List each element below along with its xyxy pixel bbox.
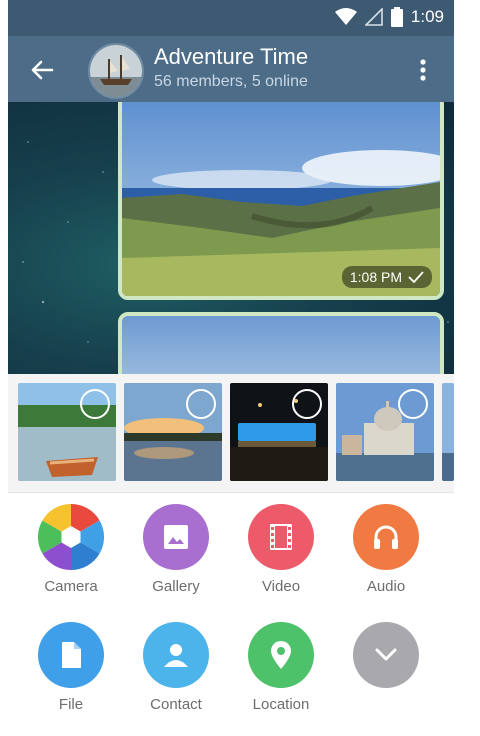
- wifi-icon: [334, 8, 357, 25]
- headphones-icon: [374, 525, 398, 549]
- select-circle[interactable]: [292, 389, 322, 419]
- select-circle[interactable]: [186, 389, 216, 419]
- back-arrow-icon: [31, 60, 54, 80]
- recent-photo[interactable]: [230, 383, 328, 481]
- person-icon: [164, 644, 188, 667]
- recent-photo[interactable]: [336, 383, 434, 481]
- photo-preview: [122, 316, 440, 374]
- camera-button[interactable]: Camera: [21, 504, 121, 614]
- location-label: Location: [252, 696, 310, 713]
- recent-photo[interactable]: [124, 383, 222, 481]
- file-button[interactable]: File: [21, 622, 121, 732]
- image-icon: [164, 525, 188, 549]
- attach-options-grid: Camera Gallery Video Audio File Contact …: [8, 504, 454, 736]
- contact-circle: [143, 622, 209, 688]
- more-circle: [353, 622, 419, 688]
- photo-message[interactable]: [118, 312, 444, 374]
- camera-label: Camera: [44, 578, 98, 595]
- ship-image: [90, 45, 142, 97]
- partial-photo: [442, 383, 454, 481]
- status-bar: 1:09: [8, 0, 454, 36]
- audio-label: Audio: [366, 578, 406, 595]
- video-label: Video: [261, 578, 301, 595]
- recent-photo[interactable]: [442, 383, 454, 481]
- select-circle[interactable]: [80, 389, 110, 419]
- photo-message[interactable]: 1:08 PM: [118, 102, 444, 300]
- camera-circle: [38, 504, 104, 570]
- recent-photo[interactable]: [18, 383, 116, 481]
- chat-subtitle: 56 members, 5 online: [154, 73, 308, 90]
- location-pin-icon: [271, 641, 291, 669]
- file-circle: [38, 622, 104, 688]
- phone-screen: 1:09 Adventure Time 56 members, 5 online: [8, 0, 454, 736]
- camera-aperture-icon: [38, 504, 104, 570]
- message-time: 1:08 PM: [349, 269, 402, 285]
- chat-area[interactable]: 1:08 PM: [8, 102, 454, 374]
- status-time: 1:09: [410, 7, 444, 26]
- video-button[interactable]: Video: [231, 504, 331, 614]
- signal-icon: [364, 8, 383, 26]
- more-options-button[interactable]: [408, 54, 438, 86]
- contact-label: Contact: [150, 696, 202, 713]
- check-icon: [408, 271, 424, 283]
- select-circle[interactable]: [398, 389, 428, 419]
- recent-photos-strip[interactable]: [8, 374, 454, 493]
- video-circle: [248, 504, 314, 570]
- chevron-down-icon: [375, 648, 397, 661]
- film-icon: [270, 524, 292, 550]
- more-vertical-icon: [420, 59, 426, 81]
- group-avatar[interactable]: [88, 43, 144, 99]
- contact-button[interactable]: Contact: [126, 622, 226, 732]
- location-button[interactable]: Location: [231, 622, 331, 732]
- back-button[interactable]: [26, 54, 58, 86]
- gallery-button[interactable]: Gallery: [126, 504, 226, 614]
- chat-title: Adventure Time: [154, 44, 309, 69]
- message-time-badge: 1:08 PM: [341, 266, 432, 288]
- battery-icon: [390, 7, 403, 27]
- gallery-circle: [143, 504, 209, 570]
- audio-button[interactable]: Audio: [336, 504, 436, 614]
- gallery-label: Gallery: [152, 578, 200, 595]
- file-icon: [62, 642, 81, 668]
- attach-sheet: Camera Gallery Video Audio File Contact …: [8, 374, 454, 736]
- more-button[interactable]: [336, 622, 436, 732]
- audio-circle: [353, 504, 419, 570]
- chat-header: Adventure Time 56 members, 5 online: [8, 36, 454, 102]
- location-circle: [248, 622, 314, 688]
- file-label: File: [58, 696, 84, 713]
